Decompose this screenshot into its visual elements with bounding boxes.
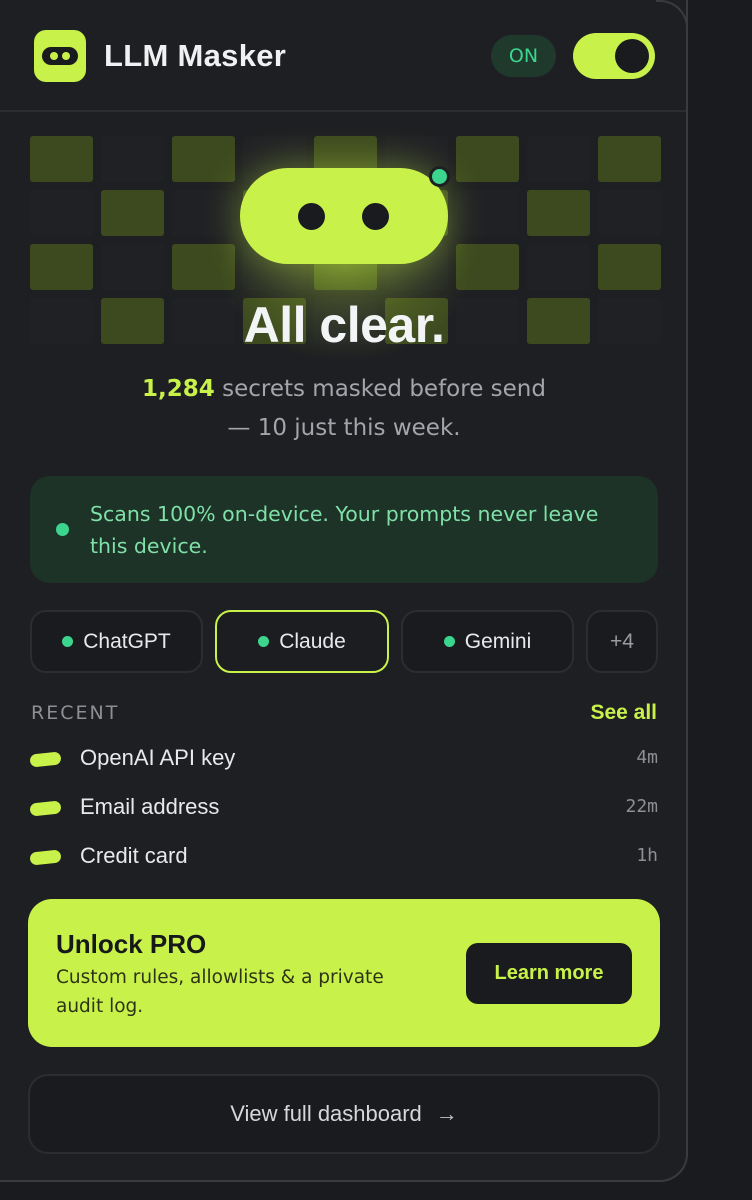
grid-cell — [30, 190, 93, 236]
privacy-message: Scans 100% on-device. Your prompts never… — [90, 502, 599, 558]
masked-count: 1,284 — [142, 376, 215, 402]
promo-title: Unlock PRO — [56, 929, 207, 959]
grid-cell — [527, 190, 590, 236]
extension-popup: LLM Masker ON All clear. 1,284 secrets m… — [0, 0, 688, 1182]
tab-label: ChatGPT — [83, 629, 171, 653]
status-dot-icon — [56, 523, 69, 536]
status-dot-icon — [258, 636, 270, 647]
mask-pill-icon — [29, 751, 62, 768]
grid-cell — [598, 244, 661, 290]
mask-pill-icon — [29, 800, 62, 817]
tab-label: Claude — [279, 629, 346, 653]
recent-item-name: Email address — [80, 794, 220, 819]
grid-cell — [101, 136, 164, 182]
status-dot-icon — [443, 636, 455, 647]
grid-cell — [527, 136, 590, 182]
status-badge: ON — [491, 35, 556, 77]
status-dot-icon — [62, 636, 74, 647]
status-dot-icon — [429, 166, 450, 187]
mask-pill-icon — [29, 849, 62, 866]
week-text: — 10 just this week. — [227, 415, 461, 441]
grid-cell — [172, 136, 235, 182]
grid-cell — [30, 244, 93, 290]
recent-item-name: Credit card — [80, 843, 188, 868]
mask-hero-icon — [240, 168, 448, 264]
toggle-knob — [615, 39, 649, 73]
recent-item-time: 4m — [636, 747, 658, 768]
learn-more-button[interactable]: Learn more — [466, 943, 632, 1004]
tab-chatgpt[interactable]: ChatGPT — [30, 610, 203, 673]
enable-toggle[interactable] — [573, 33, 655, 79]
tab-gemini[interactable]: Gemini — [401, 610, 574, 673]
headline: All clear. — [243, 297, 445, 353]
header: LLM Masker ON — [0, 0, 686, 112]
recent-item[interactable]: Email address 22m — [29, 789, 658, 829]
tab-claude[interactable]: Claude — [215, 610, 389, 673]
app-title: LLM Masker — [104, 38, 287, 73]
recent-item[interactable]: Credit card 1h — [29, 838, 658, 878]
arrow-right-icon: → — [435, 1101, 458, 1126]
recent-item-time: 22m — [625, 796, 658, 817]
masked-stats: 1,284 secrets masked before send — 10 ju… — [0, 370, 688, 448]
recent-heading: RECENT — [31, 702, 120, 724]
grid-cell — [172, 190, 235, 236]
tab-more[interactable]: +4 — [586, 610, 658, 673]
grid-cell — [30, 136, 93, 182]
dashboard-label: View full dashboard — [230, 1101, 422, 1126]
pro-promo-card: Unlock PRO Custom rules, allowlists & a … — [28, 899, 660, 1047]
recent-item-name: OpenAI API key — [80, 745, 236, 770]
promo-description: Custom rules, allowlists & a private aud… — [56, 967, 384, 1017]
view-dashboard-button[interactable]: View full dashboard → — [28, 1074, 660, 1154]
grid-cell — [598, 190, 661, 236]
grid-cell — [527, 244, 590, 290]
privacy-banner: Scans 100% on-device. Your prompts never… — [30, 476, 658, 583]
masked-text: secrets masked before send — [214, 376, 546, 402]
see-all-link[interactable]: See all — [590, 701, 657, 725]
grid-cell — [456, 136, 519, 182]
grid-cell — [456, 190, 519, 236]
recent-item[interactable]: OpenAI API key 4m — [29, 740, 658, 780]
grid-cell — [598, 136, 661, 182]
recent-item-time: 1h — [636, 845, 658, 866]
tab-label: Gemini — [464, 629, 532, 653]
grid-cell — [101, 190, 164, 236]
mask-logo-icon — [34, 30, 86, 82]
grid-cell — [101, 244, 164, 290]
